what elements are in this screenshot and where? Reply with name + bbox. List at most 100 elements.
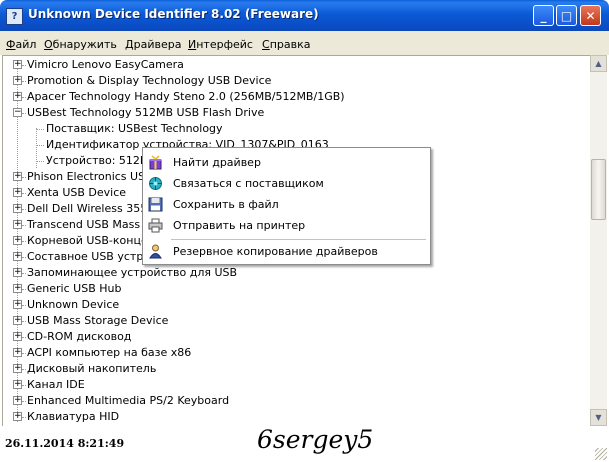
menu-detect[interactable]: Обнаружить bbox=[44, 38, 117, 51]
window-title: Unknown Device Identifier 8.02 (Freeware… bbox=[28, 7, 319, 21]
tree-row[interactable]: + USB Mass Storage Device bbox=[3, 313, 591, 329]
tree-row[interactable]: + Дисковый накопитель bbox=[3, 361, 591, 377]
scroll-down-arrow-icon[interactable]: ▼ bbox=[590, 409, 607, 426]
tree-connector bbox=[36, 129, 44, 130]
backup-icon bbox=[149, 244, 162, 259]
menu-file[interactable]: Файл bbox=[6, 38, 36, 51]
expand-plus-icon[interactable]: + bbox=[13, 332, 22, 341]
tree-row[interactable]: + CD-ROM дисковод bbox=[3, 329, 591, 345]
expand-plus-icon[interactable]: + bbox=[13, 300, 22, 309]
expand-plus-icon[interactable]: + bbox=[13, 316, 22, 325]
expand-plus-icon[interactable]: + bbox=[13, 204, 22, 213]
context-find-driver[interactable]: Найти драйвер bbox=[143, 153, 430, 173]
tree-connector bbox=[22, 337, 26, 338]
menu-bar: Файл Обнаружить Драйвера Интерфейс Справ… bbox=[0, 31, 609, 55]
tree-row[interactable]: + Apacer Technology Handy Steno 2.0 (256M… bbox=[3, 89, 591, 105]
tree-item-label: Xenta USB Device bbox=[27, 186, 127, 199]
tree-item-label: Vimicro Lenovo EasyCamera bbox=[27, 58, 184, 71]
resize-grip[interactable] bbox=[595, 448, 607, 460]
context-print-label: Отправить на принтер bbox=[173, 219, 306, 232]
menu-help[interactable]: Справка bbox=[262, 38, 310, 51]
expand-plus-icon[interactable]: + bbox=[13, 284, 22, 293]
tree-connector bbox=[22, 241, 26, 242]
tree-row[interactable]: + Unknown Device bbox=[3, 297, 591, 313]
tree-connector bbox=[22, 305, 26, 306]
tree-connector bbox=[22, 273, 26, 274]
tree-row[interactable]: + Запоминающее устройство для USB bbox=[3, 265, 591, 281]
tree-connector bbox=[36, 161, 44, 162]
tree-row[interactable]: − USBest Technology 512MB USB Flash Drive bbox=[3, 105, 591, 121]
tree-connector bbox=[22, 417, 26, 418]
tree-connector bbox=[22, 209, 26, 210]
context-backup-drivers[interactable]: Резервное копирование драйверов bbox=[143, 242, 430, 262]
tree-row[interactable]: + Клавиатура HID bbox=[3, 409, 591, 425]
tree-item-label: Apacer Technology Handy Steno 2.0 (256MB… bbox=[27, 90, 345, 103]
context-find-driver-label: Найти драйвер bbox=[173, 156, 261, 169]
tree-child-row[interactable]: Поставщик: USBest Technology bbox=[3, 121, 591, 137]
tree-item-label: USB Mass Storage Device bbox=[27, 314, 169, 327]
expand-plus-icon[interactable]: + bbox=[13, 60, 22, 69]
context-separator bbox=[171, 239, 426, 240]
tree-item-label: ACPI компьютер на базе x86 bbox=[27, 346, 192, 359]
close-button[interactable]: ✕ bbox=[580, 5, 601, 26]
context-contact-vendor[interactable]: Связаться с поставщиком bbox=[143, 174, 430, 194]
expand-plus-icon[interactable]: + bbox=[13, 252, 22, 261]
tree-row[interactable]: + Канал IDE bbox=[3, 377, 591, 393]
status-timestamp: 26.11.2014 8:21:49 bbox=[5, 437, 125, 450]
context-save-file[interactable]: Сохранить в файл bbox=[143, 195, 430, 215]
tree-connector bbox=[22, 193, 26, 194]
tree-row[interactable]: + Vimicro Lenovo EasyCamera bbox=[3, 57, 591, 73]
expand-plus-icon[interactable]: + bbox=[13, 412, 22, 421]
tree-row[interactable]: + Generic USB Hub bbox=[3, 281, 591, 297]
expand-plus-icon[interactable]: + bbox=[13, 188, 22, 197]
tree-child-label: Поставщик: USBest Technology bbox=[46, 122, 223, 135]
tree-item-label: Unknown Device bbox=[27, 298, 120, 311]
collapse-minus-icon[interactable]: − bbox=[13, 108, 22, 117]
tree-connector bbox=[22, 65, 26, 66]
watermark-signature: 6sergey5 bbox=[257, 425, 374, 454]
expand-plus-icon[interactable]: + bbox=[13, 76, 22, 85]
tree-connector bbox=[22, 353, 26, 354]
tree-row[interactable]: + Enhanced Multimedia PS/2 Keyboard bbox=[3, 393, 591, 409]
tree-connector bbox=[36, 145, 44, 146]
tree-child-line bbox=[36, 128, 37, 168]
network-icon bbox=[149, 177, 162, 190]
minimize-button[interactable]: _ bbox=[533, 5, 554, 26]
title-bar[interactable]: ? Unknown Device Identifier 8.02 (Freewa… bbox=[0, 0, 609, 31]
tree-connector bbox=[22, 225, 26, 226]
tree-item-label: USBest Technology 512MB USB Flash Drive bbox=[27, 106, 265, 119]
context-menu: Найти драйвер Связаться с поставщиком Со… bbox=[142, 147, 431, 265]
menu-drivers[interactable]: Драйвера bbox=[125, 38, 181, 51]
printer-icon bbox=[148, 218, 163, 233]
expand-plus-icon[interactable]: + bbox=[13, 348, 22, 357]
expand-plus-icon[interactable]: + bbox=[13, 364, 22, 373]
maximize-button[interactable]: □ bbox=[556, 5, 577, 26]
tree-item-label: Generic USB Hub bbox=[27, 282, 122, 295]
expand-plus-icon[interactable]: + bbox=[13, 220, 22, 229]
gift-box-icon bbox=[149, 155, 162, 170]
floppy-disk-icon bbox=[148, 197, 163, 212]
tree-connector bbox=[22, 97, 26, 98]
tree-connector bbox=[22, 385, 26, 386]
expand-plus-icon[interactable]: + bbox=[13, 380, 22, 389]
scroll-up-arrow-icon[interactable]: ▲ bbox=[590, 55, 607, 72]
context-contact-vendor-label: Связаться с поставщиком bbox=[173, 177, 324, 190]
scroll-thumb[interactable] bbox=[591, 159, 606, 220]
expand-plus-icon[interactable]: + bbox=[13, 172, 22, 181]
app-icon: ? bbox=[6, 8, 23, 25]
tree-item-label: Дисковый накопитель bbox=[27, 362, 157, 375]
expand-plus-icon[interactable]: + bbox=[13, 396, 22, 405]
tree-row[interactable]: + Promotion & Display Technology USB Devi… bbox=[3, 73, 591, 89]
context-print[interactable]: Отправить на принтер bbox=[143, 216, 430, 236]
tree-connector bbox=[22, 321, 26, 322]
tree-connector bbox=[22, 113, 26, 114]
tree-row[interactable]: + ACPI компьютер на базе x86 bbox=[3, 345, 591, 361]
menu-interface[interactable]: Интерфейс bbox=[188, 38, 253, 51]
tree-connector bbox=[22, 177, 26, 178]
vertical-scrollbar[interactable]: ▲ ▼ bbox=[590, 55, 607, 426]
expand-plus-icon[interactable]: + bbox=[13, 268, 22, 277]
expand-plus-icon[interactable]: + bbox=[13, 92, 22, 101]
tree-item-label: Клавиатура HID bbox=[27, 410, 120, 423]
tree-item-label: Канал IDE bbox=[27, 378, 85, 391]
expand-plus-icon[interactable]: + bbox=[13, 236, 22, 245]
